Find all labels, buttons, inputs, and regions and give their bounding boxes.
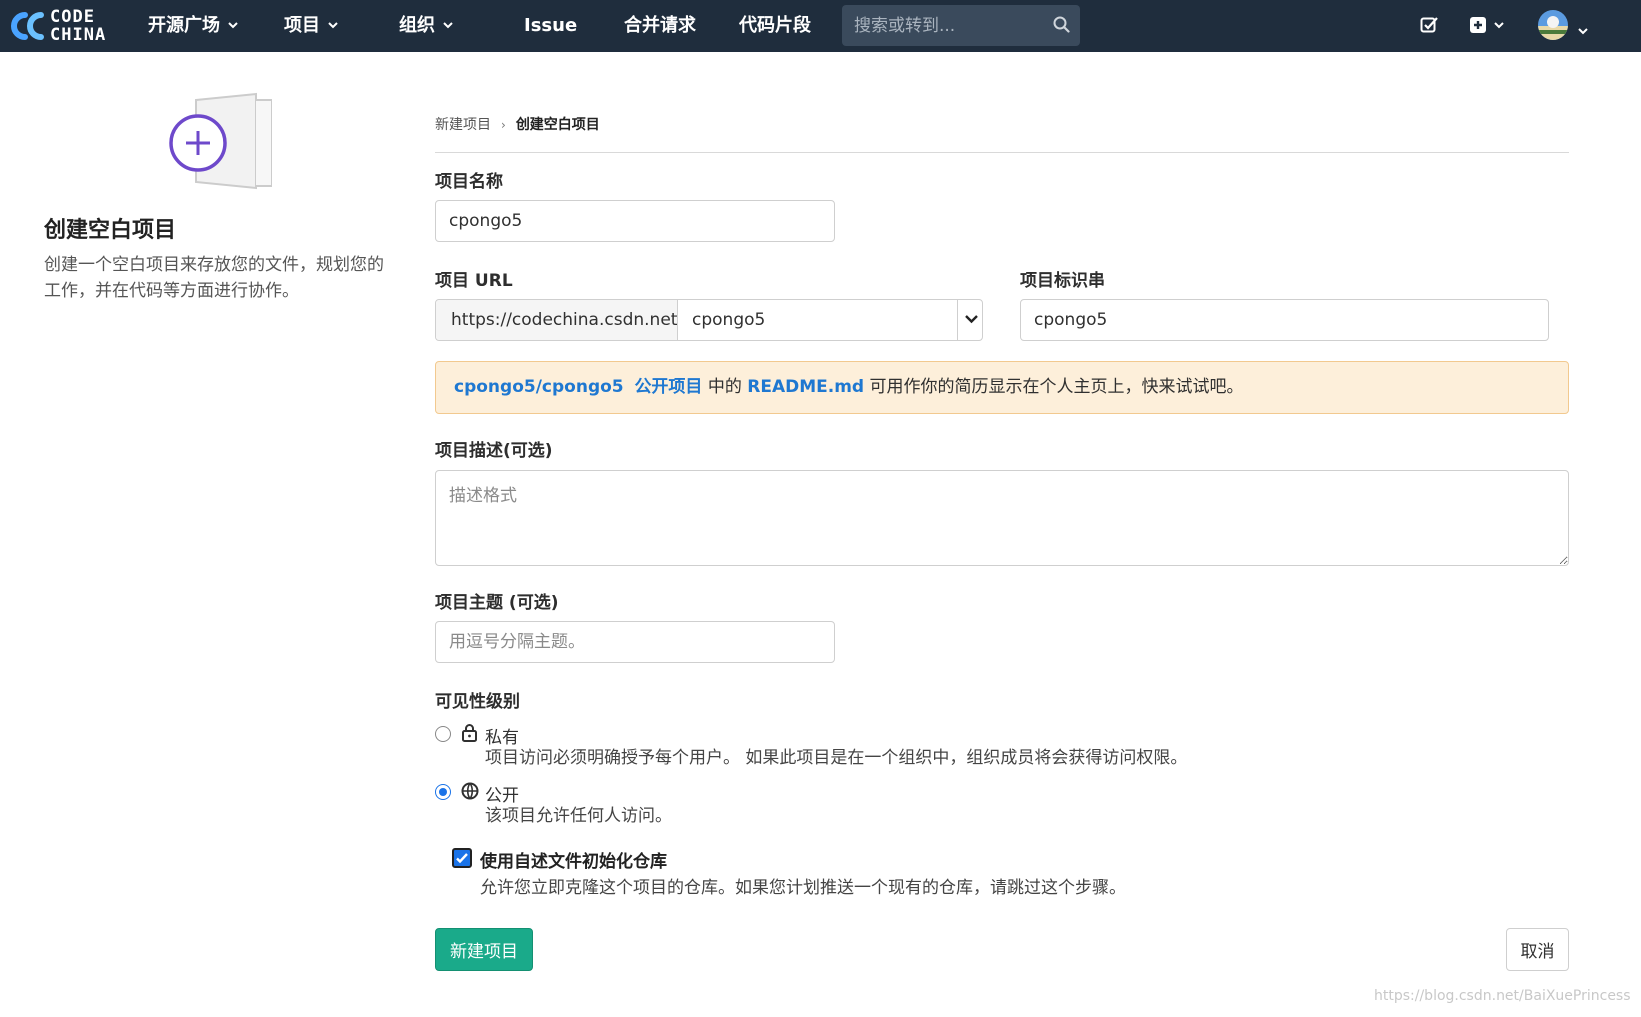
side-title: 创建空白项目: [44, 218, 177, 243]
project-slug-label: 项目标识串: [1020, 271, 1105, 291]
chevron-down-icon: [228, 0, 238, 50]
create-project-button[interactable]: 新建项目: [435, 928, 533, 971]
alert-project-link[interactable]: cpongo5/cpongo5: [454, 377, 624, 397]
todo-icon[interactable]: [1420, 15, 1439, 39]
project-url-group: https://codechina.csdn.net/ cpongo5: [435, 299, 983, 341]
project-topics-input[interactable]: [435, 621, 835, 663]
logo-text: CODE CHINA: [50, 8, 106, 44]
blank-project-illustration: [168, 92, 273, 201]
readme-title[interactable]: 使用自述文件初始化仓库: [480, 847, 667, 872]
namespace-dropdown-button[interactable]: [957, 299, 984, 341]
public-description: 该项目允许任何人访问。: [485, 806, 672, 826]
nav-merge-requests-label: 合并请求: [624, 15, 696, 36]
breadcrumb-parent[interactable]: 新建项目: [435, 117, 491, 133]
nav-projects[interactable]: 项目: [284, 0, 338, 52]
private-radio[interactable]: [435, 726, 451, 742]
breadcrumb: 新建项目 › 创建空白项目: [435, 114, 600, 134]
readme-description: 允许您立即克隆这个项目的仓库。如果您计划推送一个现有的仓库，请跳过这个步骤。: [480, 878, 1126, 898]
nav-groups-label: 组织: [399, 15, 435, 36]
project-topics-label: 项目主题 (可选): [435, 593, 559, 613]
plus-square-icon[interactable]: [1469, 15, 1507, 39]
project-name-label: 项目名称: [435, 172, 503, 192]
nav-snippets-label: 代码片段: [739, 15, 811, 36]
project-slug-input[interactable]: [1020, 299, 1549, 341]
private-description: 项目访问必须明确授予每个用户。 如果此项目是在一个组织中，组织成员将会获得访问权…: [485, 748, 1188, 768]
cancel-button[interactable]: 取消: [1506, 928, 1569, 971]
url-namespace-select[interactable]: cpongo5: [679, 300, 957, 340]
search-box: [842, 5, 1080, 46]
nav-explore[interactable]: 开源广场: [148, 0, 238, 52]
globe-icon: [461, 782, 479, 805]
url-prefix: https://codechina.csdn.net/: [436, 300, 678, 340]
readme-checkbox[interactable]: [452, 848, 472, 868]
watermark: https://blog.csdn.net/BaiXuePrincess: [1374, 988, 1631, 1004]
top-navbar: CODE CHINA 开源广场 项目 组织 Issue 合并请求 代码片段: [0, 0, 1641, 52]
codechina-logo[interactable]: CODE CHINA: [8, 7, 116, 45]
project-url-label: 项目 URL: [435, 271, 513, 291]
logo-mark-icon: [11, 12, 44, 40]
search-icon[interactable]: [1053, 16, 1070, 38]
nav-groups[interactable]: 组织: [399, 0, 453, 52]
project-name-input[interactable]: [435, 200, 835, 242]
nav-issues-label: Issue: [524, 15, 578, 36]
readme-tip-alert: cpongo5/cpongo5 公开项目 中的 README.md 可用作你的简…: [435, 361, 1569, 414]
logo-line2: CHINA: [50, 25, 107, 45]
checkmark-icon: [456, 853, 468, 864]
breadcrumb-current: 创建空白项目: [515, 117, 600, 133]
public-radio[interactable]: [435, 784, 451, 800]
side-description: 创建一个空白项目来存放您的文件，规划您的工作，并在代码等方面进行协作。: [44, 255, 384, 301]
alert-readme-link[interactable]: README.md: [747, 377, 864, 397]
project-description-textarea[interactable]: [435, 470, 1569, 566]
logo-line1: CODE: [50, 7, 95, 27]
avatar[interactable]: [1538, 10, 1568, 40]
breadcrumb-chevron-icon: ›: [501, 118, 506, 132]
project-description-label: 项目描述(可选): [435, 441, 553, 461]
lock-icon: [461, 723, 478, 748]
blank-project-icon: [169, 92, 273, 190]
alert-visibility-link[interactable]: 公开项目: [634, 377, 702, 397]
nav-explore-label: 开源广场: [148, 15, 220, 36]
chevron-down-icon: [443, 0, 453, 50]
chevron-down-icon: [328, 0, 338, 50]
chevron-down-icon: [965, 315, 978, 324]
nav-issues[interactable]: Issue: [524, 0, 577, 52]
visibility-label: 可见性级别: [435, 692, 520, 712]
alert-text-mid: 中的: [707, 377, 742, 397]
nav-merge-requests[interactable]: 合并请求: [624, 0, 696, 52]
alert-text-rest: 可用作你的简历显示在个人主页上，快来试试吧。: [869, 377, 1244, 397]
chevron-down-icon[interactable]: [1578, 20, 1588, 40]
breadcrumb-divider: [435, 152, 1569, 153]
nav-snippets[interactable]: 代码片段: [739, 0, 811, 52]
search-input[interactable]: [842, 5, 1042, 46]
nav-projects-label: 项目: [284, 15, 320, 36]
